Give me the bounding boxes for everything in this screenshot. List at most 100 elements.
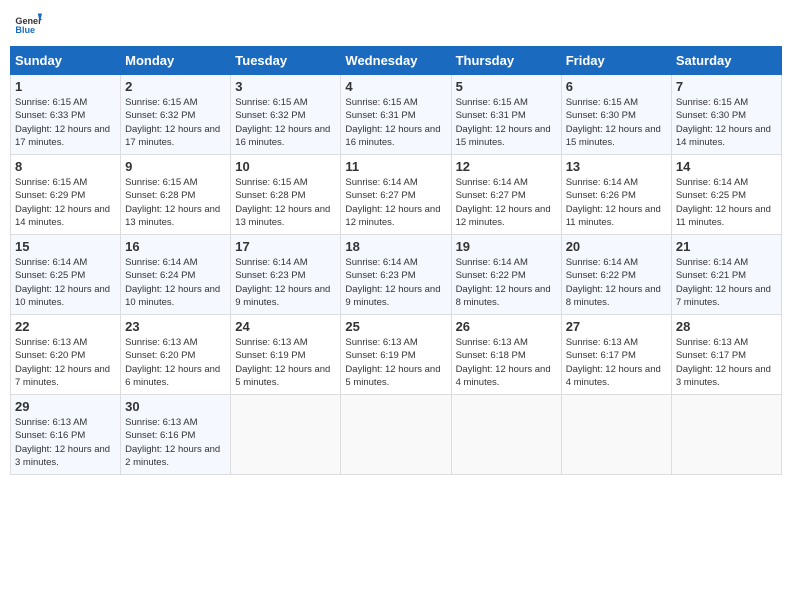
calendar-week-row: 22 Sunrise: 6:13 AM Sunset: 6:20 PM Dayl… <box>11 315 782 395</box>
day-info: Sunrise: 6:14 AM Sunset: 6:26 PM Dayligh… <box>566 176 667 229</box>
day-info: Sunrise: 6:14 AM Sunset: 6:22 PM Dayligh… <box>566 256 667 309</box>
day-info: Sunrise: 6:13 AM Sunset: 6:17 PM Dayligh… <box>676 336 777 389</box>
day-info: Sunrise: 6:13 AM Sunset: 6:19 PM Dayligh… <box>345 336 446 389</box>
day-info: Sunrise: 6:15 AM Sunset: 6:31 PM Dayligh… <box>345 96 446 149</box>
day-info: Sunrise: 6:15 AM Sunset: 6:30 PM Dayligh… <box>566 96 667 149</box>
day-number: 17 <box>235 239 336 254</box>
calendar-cell: 24 Sunrise: 6:13 AM Sunset: 6:19 PM Dayl… <box>231 315 341 395</box>
calendar-cell: 28 Sunrise: 6:13 AM Sunset: 6:17 PM Dayl… <box>671 315 781 395</box>
day-number: 25 <box>345 319 446 334</box>
calendar-table: Sunday Monday Tuesday Wednesday Thursday… <box>10 46 782 475</box>
calendar-cell: 19 Sunrise: 6:14 AM Sunset: 6:22 PM Dayl… <box>451 235 561 315</box>
col-tuesday: Tuesday <box>231 47 341 75</box>
col-friday: Friday <box>561 47 671 75</box>
day-info: Sunrise: 6:13 AM Sunset: 6:20 PM Dayligh… <box>125 336 226 389</box>
day-number: 30 <box>125 399 226 414</box>
col-wednesday: Wednesday <box>341 47 451 75</box>
col-saturday: Saturday <box>671 47 781 75</box>
col-thursday: Thursday <box>451 47 561 75</box>
day-info: Sunrise: 6:13 AM Sunset: 6:20 PM Dayligh… <box>15 336 116 389</box>
day-number: 10 <box>235 159 336 174</box>
day-number: 1 <box>15 79 116 94</box>
day-info: Sunrise: 6:15 AM Sunset: 6:33 PM Dayligh… <box>15 96 116 149</box>
day-info: Sunrise: 6:13 AM Sunset: 6:17 PM Dayligh… <box>566 336 667 389</box>
calendar-cell: 8 Sunrise: 6:15 AM Sunset: 6:29 PM Dayli… <box>11 155 121 235</box>
calendar-cell: 18 Sunrise: 6:14 AM Sunset: 6:23 PM Dayl… <box>341 235 451 315</box>
logo-icon: General Blue <box>14 10 42 38</box>
calendar-header-row: Sunday Monday Tuesday Wednesday Thursday… <box>11 47 782 75</box>
day-number: 26 <box>456 319 557 334</box>
day-number: 20 <box>566 239 667 254</box>
day-info: Sunrise: 6:13 AM Sunset: 6:16 PM Dayligh… <box>125 416 226 469</box>
day-number: 24 <box>235 319 336 334</box>
day-info: Sunrise: 6:14 AM Sunset: 6:21 PM Dayligh… <box>676 256 777 309</box>
day-number: 8 <box>15 159 116 174</box>
calendar-cell: 14 Sunrise: 6:14 AM Sunset: 6:25 PM Dayl… <box>671 155 781 235</box>
calendar-cell: 17 Sunrise: 6:14 AM Sunset: 6:23 PM Dayl… <box>231 235 341 315</box>
day-info: Sunrise: 6:15 AM Sunset: 6:28 PM Dayligh… <box>125 176 226 229</box>
day-number: 16 <box>125 239 226 254</box>
day-number: 15 <box>15 239 116 254</box>
day-number: 9 <box>125 159 226 174</box>
day-number: 7 <box>676 79 777 94</box>
calendar-cell: 21 Sunrise: 6:14 AM Sunset: 6:21 PM Dayl… <box>671 235 781 315</box>
day-number: 19 <box>456 239 557 254</box>
day-number: 14 <box>676 159 777 174</box>
day-number: 2 <box>125 79 226 94</box>
day-info: Sunrise: 6:14 AM Sunset: 6:23 PM Dayligh… <box>235 256 336 309</box>
calendar-cell: 7 Sunrise: 6:15 AM Sunset: 6:30 PM Dayli… <box>671 75 781 155</box>
calendar-cell: 2 Sunrise: 6:15 AM Sunset: 6:32 PM Dayli… <box>121 75 231 155</box>
day-info: Sunrise: 6:15 AM Sunset: 6:32 PM Dayligh… <box>235 96 336 149</box>
day-info: Sunrise: 6:15 AM Sunset: 6:29 PM Dayligh… <box>15 176 116 229</box>
day-info: Sunrise: 6:14 AM Sunset: 6:25 PM Dayligh… <box>15 256 116 309</box>
svg-text:Blue: Blue <box>15 25 35 35</box>
day-info: Sunrise: 6:14 AM Sunset: 6:24 PM Dayligh… <box>125 256 226 309</box>
day-info: Sunrise: 6:14 AM Sunset: 6:22 PM Dayligh… <box>456 256 557 309</box>
day-info: Sunrise: 6:14 AM Sunset: 6:23 PM Dayligh… <box>345 256 446 309</box>
calendar-cell: 23 Sunrise: 6:13 AM Sunset: 6:20 PM Dayl… <box>121 315 231 395</box>
day-number: 3 <box>235 79 336 94</box>
day-number: 18 <box>345 239 446 254</box>
logo: General Blue <box>14 10 44 38</box>
calendar-cell: 20 Sunrise: 6:14 AM Sunset: 6:22 PM Dayl… <box>561 235 671 315</box>
calendar-cell: 4 Sunrise: 6:15 AM Sunset: 6:31 PM Dayli… <box>341 75 451 155</box>
calendar-week-row: 1 Sunrise: 6:15 AM Sunset: 6:33 PM Dayli… <box>11 75 782 155</box>
calendar-cell: 22 Sunrise: 6:13 AM Sunset: 6:20 PM Dayl… <box>11 315 121 395</box>
calendar-cell: 3 Sunrise: 6:15 AM Sunset: 6:32 PM Dayli… <box>231 75 341 155</box>
day-info: Sunrise: 6:15 AM Sunset: 6:32 PM Dayligh… <box>125 96 226 149</box>
calendar-cell: 15 Sunrise: 6:14 AM Sunset: 6:25 PM Dayl… <box>11 235 121 315</box>
calendar-cell: 29 Sunrise: 6:13 AM Sunset: 6:16 PM Dayl… <box>11 395 121 475</box>
day-info: Sunrise: 6:13 AM Sunset: 6:19 PM Dayligh… <box>235 336 336 389</box>
day-info: Sunrise: 6:13 AM Sunset: 6:18 PM Dayligh… <box>456 336 557 389</box>
calendar-week-row: 8 Sunrise: 6:15 AM Sunset: 6:29 PM Dayli… <box>11 155 782 235</box>
day-number: 27 <box>566 319 667 334</box>
calendar-cell: 5 Sunrise: 6:15 AM Sunset: 6:31 PM Dayli… <box>451 75 561 155</box>
day-info: Sunrise: 6:13 AM Sunset: 6:16 PM Dayligh… <box>15 416 116 469</box>
col-monday: Monday <box>121 47 231 75</box>
day-number: 22 <box>15 319 116 334</box>
day-number: 6 <box>566 79 667 94</box>
day-info: Sunrise: 6:15 AM Sunset: 6:30 PM Dayligh… <box>676 96 777 149</box>
calendar-cell: 11 Sunrise: 6:14 AM Sunset: 6:27 PM Dayl… <box>341 155 451 235</box>
day-info: Sunrise: 6:14 AM Sunset: 6:27 PM Dayligh… <box>345 176 446 229</box>
calendar-week-row: 29 Sunrise: 6:13 AM Sunset: 6:16 PM Dayl… <box>11 395 782 475</box>
day-number: 5 <box>456 79 557 94</box>
calendar-cell: 6 Sunrise: 6:15 AM Sunset: 6:30 PM Dayli… <box>561 75 671 155</box>
calendar-cell: 13 Sunrise: 6:14 AM Sunset: 6:26 PM Dayl… <box>561 155 671 235</box>
calendar-cell: 10 Sunrise: 6:15 AM Sunset: 6:28 PM Dayl… <box>231 155 341 235</box>
day-info: Sunrise: 6:15 AM Sunset: 6:28 PM Dayligh… <box>235 176 336 229</box>
calendar-cell <box>341 395 451 475</box>
calendar-cell <box>671 395 781 475</box>
day-number: 21 <box>676 239 777 254</box>
col-sunday: Sunday <box>11 47 121 75</box>
day-number: 23 <box>125 319 226 334</box>
calendar-cell: 30 Sunrise: 6:13 AM Sunset: 6:16 PM Dayl… <box>121 395 231 475</box>
calendar-cell <box>561 395 671 475</box>
day-number: 13 <box>566 159 667 174</box>
day-number: 4 <box>345 79 446 94</box>
calendar-week-row: 15 Sunrise: 6:14 AM Sunset: 6:25 PM Dayl… <box>11 235 782 315</box>
day-info: Sunrise: 6:14 AM Sunset: 6:27 PM Dayligh… <box>456 176 557 229</box>
calendar-cell: 9 Sunrise: 6:15 AM Sunset: 6:28 PM Dayli… <box>121 155 231 235</box>
calendar-cell <box>231 395 341 475</box>
calendar-cell: 26 Sunrise: 6:13 AM Sunset: 6:18 PM Dayl… <box>451 315 561 395</box>
